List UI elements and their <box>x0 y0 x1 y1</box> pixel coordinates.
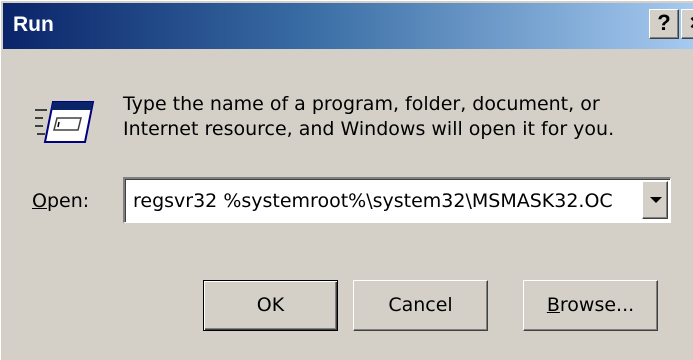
run-dialog: Run ? × Type the name of a program, fold… <box>0 0 693 360</box>
browse-label: rowse... <box>559 294 635 316</box>
browse-mnemonic: B <box>546 294 560 316</box>
close-button[interactable]: × <box>681 9 693 39</box>
chevron-down-icon <box>650 197 662 203</box>
open-combobox[interactable]: regsvr32 %systemroot%\system32\MSMASK32.… <box>123 177 671 223</box>
open-mnemonic: O <box>32 190 47 212</box>
dropdown-button[interactable] <box>642 181 668 219</box>
title-bar[interactable]: Run ? × <box>3 3 693 49</box>
run-description: Type the name of a program, folder, docu… <box>123 93 615 140</box>
browse-button[interactable]: Browse... <box>523 280 658 331</box>
open-label: Open: <box>32 189 89 213</box>
cancel-button[interactable]: Cancel <box>353 280 488 331</box>
help-icon: ? <box>657 10 671 35</box>
open-input[interactable]: regsvr32 %systemroot%\system32\MSMASK32.… <box>133 189 636 213</box>
open-label-text: pen: <box>46 190 90 212</box>
help-button[interactable]: ? <box>649 9 679 39</box>
ok-button[interactable]: OK <box>203 280 338 331</box>
run-icon <box>35 101 95 143</box>
window-title: Run <box>13 13 54 36</box>
close-icon: × <box>690 10 693 35</box>
